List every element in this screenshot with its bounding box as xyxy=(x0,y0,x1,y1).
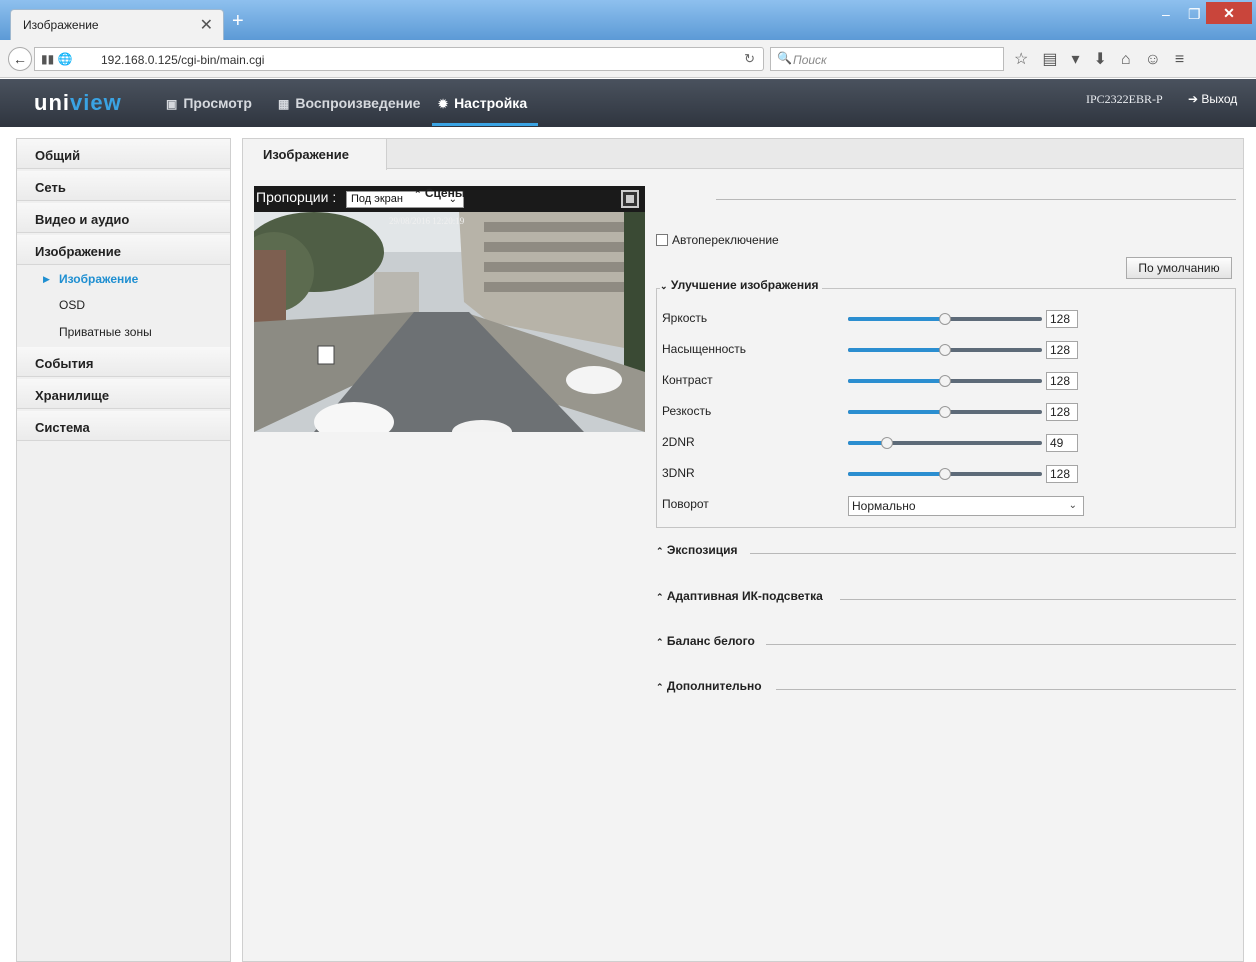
sidebar-item-storage[interactable]: Хранилище xyxy=(17,379,230,409)
sidebar-item-general[interactable]: Общий xyxy=(17,139,230,169)
rotation-select[interactable]: Нормально ⌄ xyxy=(848,496,1084,516)
saturation-value[interactable]: 128 xyxy=(1046,341,1078,359)
device-model: IPC2322EBR-P xyxy=(1086,92,1163,106)
proportion-label: Пропорции : xyxy=(256,189,337,205)
film-icon: ▦ xyxy=(278,97,290,111)
saturation-slider[interactable] xyxy=(848,344,1042,356)
sidebar-subitem-privacy[interactable]: Приватные зоны xyxy=(59,325,152,339)
default-button[interactable]: По умолчанию xyxy=(1126,257,1232,279)
sidebar-item-events[interactable]: События xyxy=(17,347,230,377)
tab-image[interactable]: Изображение xyxy=(243,139,387,170)
brightness-slider[interactable] xyxy=(848,313,1042,325)
auto-switch-checkbox[interactable] xyxy=(656,234,668,246)
url-text[interactable]: 192.168.0.125/cgi-bin/main.cgi xyxy=(101,53,264,67)
logout-icon: ➔ xyxy=(1188,92,1199,106)
brightness-label: Яркость xyxy=(662,311,708,325)
sidebar: Общий Сеть Видео и аудио Изображение ▶ И… xyxy=(16,138,231,962)
sharpness-value[interactable]: 128 xyxy=(1046,403,1078,421)
section-enhancement[interactable]: ⌄ Улучшение изображения xyxy=(660,278,823,294)
divider xyxy=(766,644,1236,645)
uniview-logo: uniview xyxy=(34,90,122,115)
sharpness-label: Резкость xyxy=(662,404,712,418)
logout-button[interactable]: ➔ Выход xyxy=(1188,92,1237,106)
2dnr-slider[interactable] xyxy=(848,437,1042,449)
contrast-slider[interactable] xyxy=(848,375,1042,387)
search-icon: 🔍 xyxy=(777,51,792,65)
slider-handle[interactable] xyxy=(939,406,951,418)
divider xyxy=(776,689,1236,690)
divider xyxy=(750,553,1236,554)
contrast-value[interactable]: 128 xyxy=(1046,372,1078,390)
search-input[interactable]: 🔍 Поиск xyxy=(770,47,1004,71)
reload-icon[interactable]: ↻ xyxy=(744,51,755,67)
browser-navbar: ← ▮▮ 🌐 192.168.0.125/cgi-bin/main.cgi ↻ … xyxy=(0,40,1256,78)
2dnr-value[interactable]: 49 xyxy=(1046,434,1078,452)
collapse-icon: ⌃ xyxy=(656,546,664,556)
divider xyxy=(716,199,1236,200)
section-enhancement-title: ⌄ Улучшение изображения xyxy=(660,278,819,292)
maximize-icon[interactable]: ❐ xyxy=(1188,6,1201,23)
active-arrow-icon: ▶ xyxy=(43,274,50,284)
toolbar-icons[interactable]: ☆▤▾⬇⌂☺≡ xyxy=(1014,49,1198,69)
gear-icon: ✹ xyxy=(438,97,449,111)
sidebar-item-network[interactable]: Сеть xyxy=(17,171,230,201)
auto-switch-label: Автопереключение xyxy=(672,233,779,247)
window-close-icon[interactable]: ✕ xyxy=(1206,2,1252,24)
3dnr-label: 3DNR xyxy=(662,466,695,480)
slider-handle[interactable] xyxy=(939,375,951,387)
rotation-label: Поворот xyxy=(662,497,709,511)
app-header: uniview ▣ Просмотр ▦ Воспроизведение ✹ Наст… xyxy=(0,79,1256,127)
saturation-label: Насыщенность xyxy=(662,342,747,356)
browser-tab[interactable]: Изображение ✕ xyxy=(10,9,224,40)
sidebar-item-video-audio[interactable]: Видео и аудио xyxy=(17,203,230,233)
sidebar-subitem-image[interactable]: Изображение xyxy=(59,272,138,286)
slider-handle[interactable] xyxy=(881,437,893,449)
collapse-icon: ⌃ xyxy=(656,637,664,647)
search-placeholder: Поиск xyxy=(793,53,827,67)
sidebar-item-image[interactable]: Изображение xyxy=(17,235,230,265)
address-bar[interactable]: ▮▮ 🌐 192.168.0.125/cgi-bin/main.cgi ↻ xyxy=(34,47,764,71)
nav-preview[interactable]: ▣ Просмотр xyxy=(166,95,252,111)
contrast-label: Контраст xyxy=(662,373,713,387)
site-identity-icon[interactable]: ▮▮ 🌐 xyxy=(41,52,72,66)
collapse-icon: ⌃ xyxy=(656,682,664,692)
collapse-icon: ⌃ xyxy=(414,189,422,199)
collapse-icon: ⌃ xyxy=(656,592,664,602)
video-timestamp: 29/08/2016 12:20:19 xyxy=(389,216,465,226)
2dnr-label: 2DNR xyxy=(662,435,695,449)
sidebar-subitem-osd[interactable]: OSD xyxy=(59,298,85,312)
browser-titlebar: Изображение ✕ + – ❐ ✕ xyxy=(0,0,1256,40)
new-tab-icon[interactable]: + xyxy=(232,11,244,31)
slider-handle[interactable] xyxy=(939,468,951,480)
brightness-value[interactable]: 128 xyxy=(1046,310,1078,328)
minimize-icon[interactable]: – xyxy=(1162,6,1170,22)
close-tab-icon[interactable]: ✕ xyxy=(200,15,213,35)
active-nav-indicator xyxy=(432,123,538,126)
section-scenes-title: ⌃ Сцены xyxy=(414,186,466,200)
back-icon[interactable]: ← xyxy=(8,47,32,71)
divider xyxy=(840,599,1236,600)
3dnr-value[interactable]: 128 xyxy=(1046,465,1078,483)
fullscreen-icon[interactable] xyxy=(621,190,639,208)
chevron-down-icon: ⌄ xyxy=(1068,500,1077,511)
monitor-icon: ▣ xyxy=(166,97,178,111)
nav-settings[interactable]: ✹ Настройка xyxy=(438,95,527,111)
camera-scene-image xyxy=(254,212,645,432)
expand-icon: ⌄ xyxy=(660,281,668,291)
sidebar-item-system[interactable]: Система xyxy=(17,411,230,441)
live-video-preview[interactable]: 29/08/2016 12:20:19 xyxy=(254,212,645,432)
main-tabstrip: Изображение xyxy=(243,139,1243,170)
sharpness-slider[interactable] xyxy=(848,406,1042,418)
nav-playback[interactable]: ▦ Воспроизведение xyxy=(278,95,420,111)
main-panel: Изображение Пропорции : Под экран ⌄ 29/0… xyxy=(242,138,1244,962)
slider-handle[interactable] xyxy=(939,344,951,356)
slider-handle[interactable] xyxy=(939,313,951,325)
tab-title: Изображение xyxy=(23,18,99,32)
3dnr-slider[interactable] xyxy=(848,468,1042,480)
